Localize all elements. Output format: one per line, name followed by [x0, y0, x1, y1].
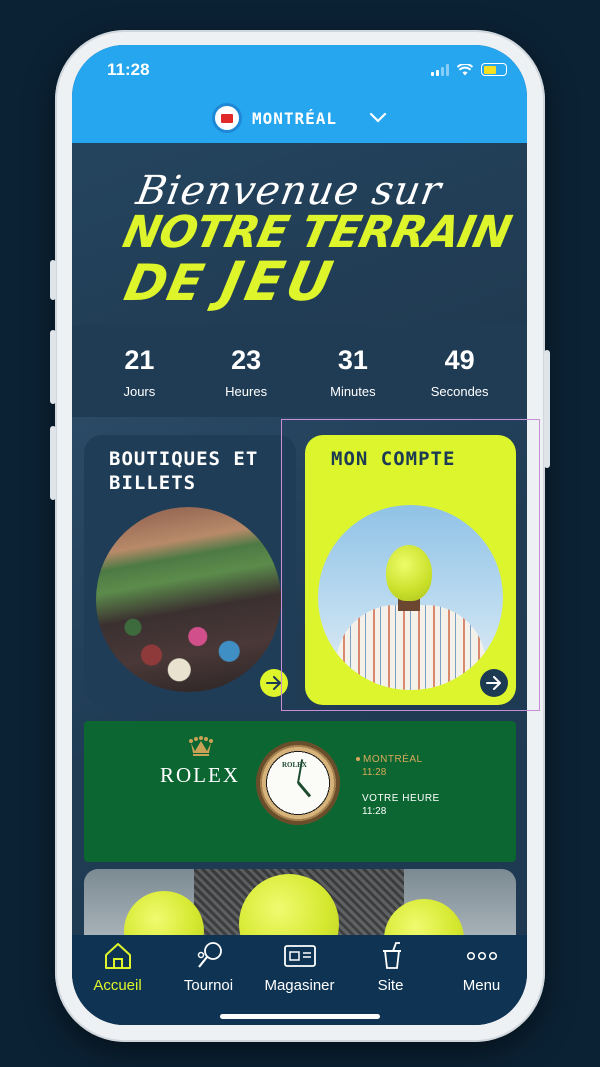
- countdown-days: 21 Jours: [94, 325, 184, 417]
- welcome-headline-2: DE JEU: [119, 250, 342, 313]
- countdown-label: Secondes: [430, 384, 489, 399]
- signal-icon: [431, 63, 449, 76]
- clock-dial-brand: ROLEX: [282, 761, 307, 769]
- welcome-headline-jeu: JEU: [215, 250, 342, 313]
- drink-icon: [377, 941, 405, 971]
- shop-card-title-line1: BOUTIQUES ET: [109, 448, 259, 470]
- more-icon: [466, 941, 498, 971]
- countdown-label: Heures: [225, 384, 268, 399]
- welcome-headline-1: NOTRE TERRAIN: [118, 207, 516, 258]
- shop-tickets-card[interactable]: BOUTIQUES ET BILLETS: [84, 435, 296, 705]
- volume-down-button: [50, 426, 56, 500]
- tab-label: Menu: [462, 977, 501, 994]
- countdown-label: Jours: [123, 384, 156, 399]
- tab-magasiner[interactable]: Magasiner: [254, 935, 345, 994]
- countdown-timer: 21 Jours 23 Heures 31 Minutes 49 Seconde…: [72, 325, 527, 417]
- your-time-label: VOTRE HEURE: [362, 793, 440, 804]
- rolex-crown-icon: [189, 736, 213, 756]
- rolex-clock-banner[interactable]: ROLEX ROLEX MONTRÉAL 11:28 VOTRE HEURE 1…: [84, 721, 516, 862]
- your-time-value: 11:28: [362, 806, 387, 817]
- countdown-label: Minutes: [330, 384, 376, 399]
- city-time-label: MONTRÉAL: [356, 754, 423, 765]
- tab-accueil[interactable]: Accueil: [72, 935, 163, 994]
- battery-icon: [481, 63, 507, 76]
- countdown-hours: 23 Heures: [201, 325, 291, 417]
- shop-card-title-line2: BILLETS: [109, 472, 197, 494]
- tab-label: Tournoi: [183, 977, 234, 994]
- clock-hour-hand: [297, 781, 312, 798]
- rolex-logo-text: ROLEX: [160, 763, 240, 787]
- shop-icon: [283, 941, 317, 971]
- home-icon: [103, 941, 133, 971]
- mute-switch: [50, 260, 56, 300]
- tennis-balls-card[interactable]: [84, 869, 516, 939]
- city-time-value: 11:28: [362, 767, 387, 778]
- tab-label: Accueil: [93, 977, 142, 994]
- status-icons: [431, 63, 507, 76]
- power-button: [544, 350, 550, 468]
- wifi-icon: [457, 63, 473, 75]
- tennis-ball-image: [124, 891, 204, 939]
- tab-tournoi[interactable]: Tournoi: [163, 935, 254, 994]
- countdown-minutes: 31 Minutes: [308, 325, 398, 417]
- selection-highlight: [281, 419, 540, 711]
- arrow-right-icon: [266, 676, 281, 690]
- countdown-value: 31: [337, 345, 368, 375]
- countdown-value: 21: [124, 345, 155, 375]
- rolex-clock: ROLEX: [256, 741, 340, 825]
- countdown-seconds: 49 Secondes: [415, 325, 505, 417]
- location-selector[interactable]: MONTRÉAL: [72, 103, 527, 133]
- chevron-down-icon[interactable]: [369, 112, 387, 124]
- bottom-tab-bar: Accueil Tournoi Magasiner Site Menu: [72, 935, 527, 1025]
- status-time: 11:28: [107, 60, 150, 79]
- countdown-value: 49: [444, 345, 475, 375]
- countdown-value: 23: [231, 345, 262, 375]
- volume-up-button: [50, 330, 56, 404]
- tab-menu[interactable]: Menu: [436, 935, 527, 994]
- tab-label: Site: [377, 977, 404, 994]
- racket-icon: [194, 941, 224, 971]
- shop-card-title: BOUTIQUES ET BILLETS: [109, 447, 258, 495]
- tab-site[interactable]: Site: [345, 935, 436, 994]
- top-bar: 11:28 MONTRÉAL: [72, 45, 527, 143]
- location-label: MONTRÉAL: [251, 108, 338, 128]
- welcome-banner: Bienvenue sur NOTRE TERRAIN DE JEU: [72, 143, 527, 325]
- crowd-photo: [96, 507, 281, 692]
- welcome-headline-de: DE: [119, 254, 210, 312]
- location-flag-icon: [211, 103, 242, 133]
- home-indicator[interactable]: [220, 1014, 380, 1019]
- tab-label: Magasiner: [264, 977, 335, 994]
